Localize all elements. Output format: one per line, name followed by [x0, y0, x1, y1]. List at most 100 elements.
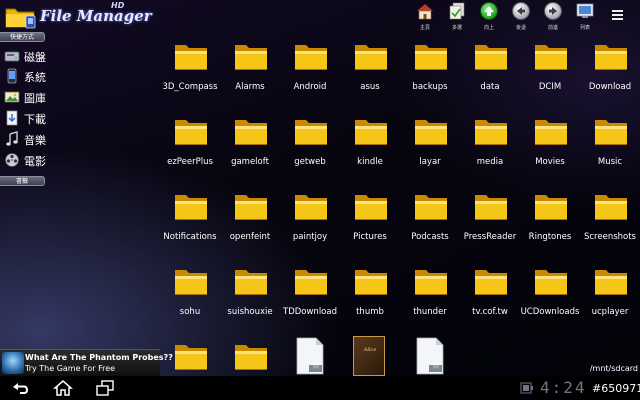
app-logo-icon: [5, 8, 36, 29]
folder-item[interactable]: DCIM: [520, 34, 580, 106]
sidebar-item-gallery[interactable]: 圖庫: [2, 87, 102, 107]
file-name: tv.cof.tw: [472, 307, 508, 317]
sidebar-shortcuts-label: 快捷方式: [0, 32, 45, 42]
app-screen: File Manager HD 主頁 多選 向上 後退 前進 列表 快捷方式 磁…: [0, 0, 640, 376]
folder-item[interactable]: backups: [400, 34, 460, 106]
folder-item[interactable]: Notifications: [160, 184, 220, 256]
folder-item[interactable]: Alarms: [220, 34, 280, 106]
folder-item[interactable]: PressReader: [460, 184, 520, 256]
folder-item[interactable]: layar: [400, 109, 460, 181]
folder-item[interactable]: media: [460, 109, 520, 181]
system-bar: 4:24 #650971: [0, 376, 640, 400]
multi-select-icon: [449, 2, 465, 20]
file-name: asus: [360, 82, 380, 92]
file-grid: 3D_Compass Alarms Android asus backups data DC…: [160, 34, 640, 376]
folder-icon: [413, 263, 449, 299]
folder-item[interactable]: Android: [280, 34, 340, 106]
back-button-label: 後退: [515, 25, 526, 31]
file-item[interactable]: ???: [400, 334, 460, 376]
folder-icon: [413, 188, 449, 224]
file-name: layar: [419, 157, 441, 167]
file-name: Download: [588, 82, 632, 92]
folder-icon: [233, 113, 269, 149]
folder-icon: [233, 263, 269, 299]
folder-item[interactable]: tv.cof.tw: [460, 259, 520, 331]
ad-banner[interactable]: What Are The Phantom Probes?? Try The Ga…: [0, 349, 173, 376]
file-name: UCDownloads: [520, 307, 580, 317]
folder-item[interactable]: getweb: [280, 109, 340, 181]
overflow-menu-icon[interactable]: [612, 10, 626, 24]
list-view-button-label: 列表: [579, 25, 590, 31]
battery-icon: [520, 382, 533, 394]
folder-item[interactable]: Screenshots: [580, 184, 640, 256]
document-type-tag: ???: [312, 365, 320, 370]
file-name: Ringtones: [528, 232, 572, 242]
file-name: ucplayer: [591, 307, 629, 317]
file-name: sohu: [179, 307, 201, 317]
document-icon: ???: [415, 337, 445, 375]
folder-icon: [593, 113, 629, 149]
folder-item[interactable]: Podcasts: [400, 184, 460, 256]
multi-select-button[interactable]: 多選: [441, 0, 473, 34]
home-button[interactable]: 主頁: [409, 0, 441, 34]
folder-item[interactable]: Music: [580, 109, 640, 181]
folder-item[interactable]: gameloft: [220, 109, 280, 181]
file-name: 3D_Compass: [162, 82, 218, 92]
folder-item[interactable]: asus: [340, 34, 400, 106]
folder-item[interactable]: kindle: [340, 109, 400, 181]
recent-apps-icon[interactable]: [95, 379, 115, 397]
ebook-cover-icon: Alice: [353, 336, 385, 376]
folder-icon: [233, 38, 269, 74]
home-icon: [417, 4, 433, 20]
multi-select-button-label: 多選: [451, 25, 462, 31]
folder-item[interactable]: suishouxie: [220, 259, 280, 331]
back-button[interactable]: 後退: [505, 0, 537, 34]
file-name: Pictures: [353, 232, 387, 242]
back-nav-icon[interactable]: [10, 379, 30, 397]
folder-item[interactable]: ucplayer: [580, 259, 640, 331]
file-name: getweb: [294, 157, 326, 167]
sidebar-bookmarks-label[interactable]: 書籤: [0, 176, 45, 186]
folder-icon: [473, 38, 509, 74]
file-item[interactable]: Alice: [340, 334, 400, 376]
folder-item[interactable]: UCDownloads: [520, 259, 580, 331]
home-nav-icon[interactable]: [53, 379, 73, 397]
folder-item[interactable]: sohu: [160, 259, 220, 331]
folder-item[interactable]: ezPeerPlus: [160, 109, 220, 181]
sidebar-item-label: 下載: [24, 113, 46, 126]
file-name: Podcasts: [411, 232, 449, 242]
folder-item[interactable]: Ringtones: [520, 184, 580, 256]
sidebar-item-label: 電影: [24, 155, 46, 168]
sidebar-item-label: 圖庫: [24, 92, 46, 105]
ebook-cover-title: Alice: [363, 347, 377, 353]
list-view-button[interactable]: 列表: [569, 0, 601, 34]
sidebar-item-system[interactable]: 系統: [2, 66, 102, 86]
folder-item[interactable]: Movies: [520, 109, 580, 181]
folder-item[interactable]: data: [460, 34, 520, 106]
forward-button[interactable]: 前進: [537, 0, 569, 34]
sidebar-item-download[interactable]: 下載: [2, 108, 102, 128]
folder-item[interactable]: openfeint: [220, 184, 280, 256]
folder-item[interactable]: Download: [580, 34, 640, 106]
folder-icon: [533, 263, 569, 299]
sidebar-item-disk[interactable]: 磁盤: [2, 46, 102, 66]
folder-icon: [293, 263, 329, 299]
folder-item[interactable]: thunder: [400, 259, 460, 331]
folder-icon: [533, 38, 569, 74]
document-type-tag: ???: [432, 365, 440, 370]
phone-icon: [7, 68, 17, 84]
file-name: thumb: [356, 307, 384, 317]
folder-item[interactable]: paintjoy: [280, 184, 340, 256]
folder-item[interactable]: [220, 334, 280, 376]
sidebar-item-film[interactable]: 電影: [2, 150, 102, 170]
file-name: PressReader: [463, 232, 517, 242]
sidebar-item-music[interactable]: 音樂: [2, 129, 102, 149]
folder-item[interactable]: Pictures: [340, 184, 400, 256]
folder-item[interactable]: 3D_Compass: [160, 34, 220, 106]
folder-item[interactable]: thumb: [340, 259, 400, 331]
folder-item[interactable]: TDDownload: [280, 259, 340, 331]
up-button[interactable]: 向上: [473, 0, 505, 34]
file-item[interactable]: ???: [280, 334, 340, 376]
download-icon: [6, 110, 18, 126]
folder-icon: [173, 113, 209, 149]
